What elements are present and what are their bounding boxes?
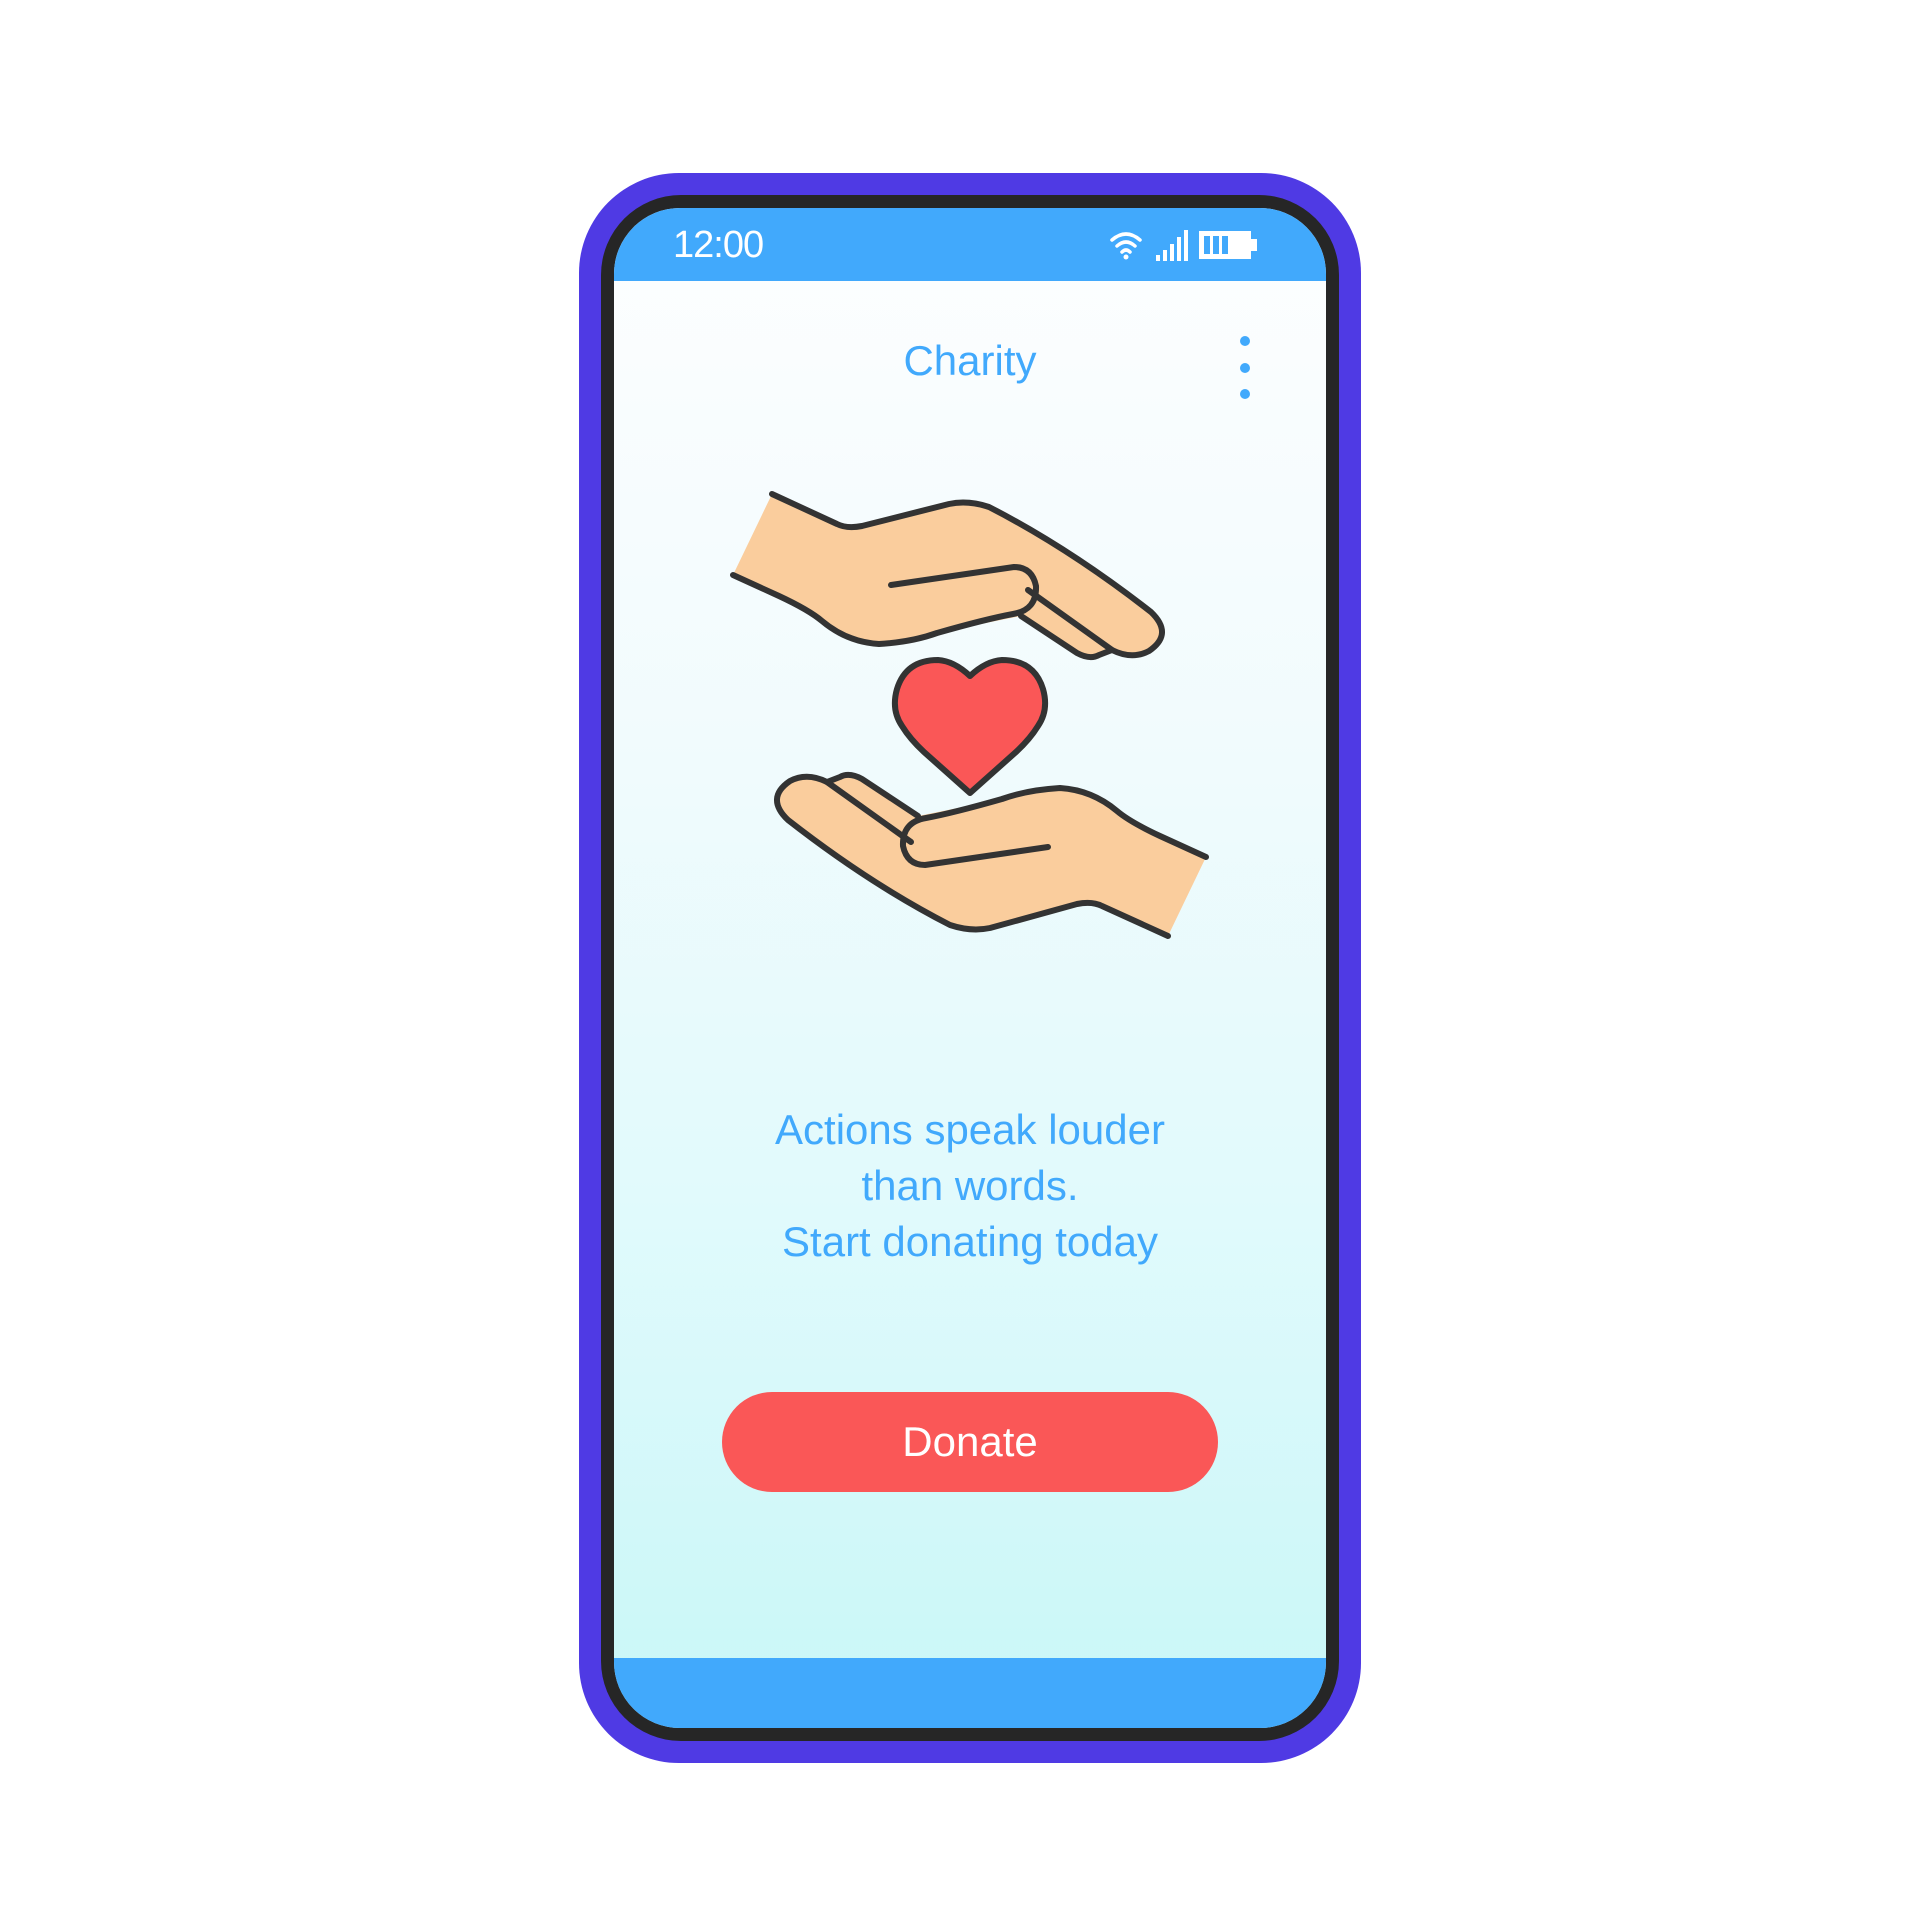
more-vertical-icon[interactable]: [1234, 336, 1258, 400]
signal-icon: [1156, 230, 1188, 261]
phone-frame: 12:00 Charity Actions speak louder than …: [579, 173, 1361, 1763]
status-bar: 12:00: [614, 208, 1326, 281]
hands-holding-heart-icon: [730, 491, 1209, 939]
navigation-bar: [614, 1658, 1326, 1728]
status-time: 12:00: [673, 224, 764, 266]
stage: 12:00 Charity Actions speak louder than …: [0, 0, 1920, 1920]
app-screen: 12:00 Charity Actions speak louder than …: [614, 208, 1326, 1728]
donate-button[interactable]: Donate: [722, 1392, 1218, 1492]
heart-icon: [891, 657, 1049, 796]
tagline-line-1: Actions speak louder: [775, 1106, 1165, 1153]
tagline-line-2: than words.: [861, 1162, 1079, 1209]
battery-icon: [1199, 231, 1257, 259]
page-title: Charity: [903, 337, 1037, 384]
phone-bezel: 12:00 Charity Actions speak louder than …: [601, 195, 1339, 1741]
tagline: Actions speak louder than words. Start d…: [670, 1102, 1270, 1270]
top-hand: [730, 491, 1165, 661]
tagline-line-3: Start donating today: [782, 1218, 1158, 1265]
wifi-icon: [1110, 232, 1142, 260]
status-icons: [1110, 230, 1257, 261]
bottom-hand: [774, 771, 1209, 939]
